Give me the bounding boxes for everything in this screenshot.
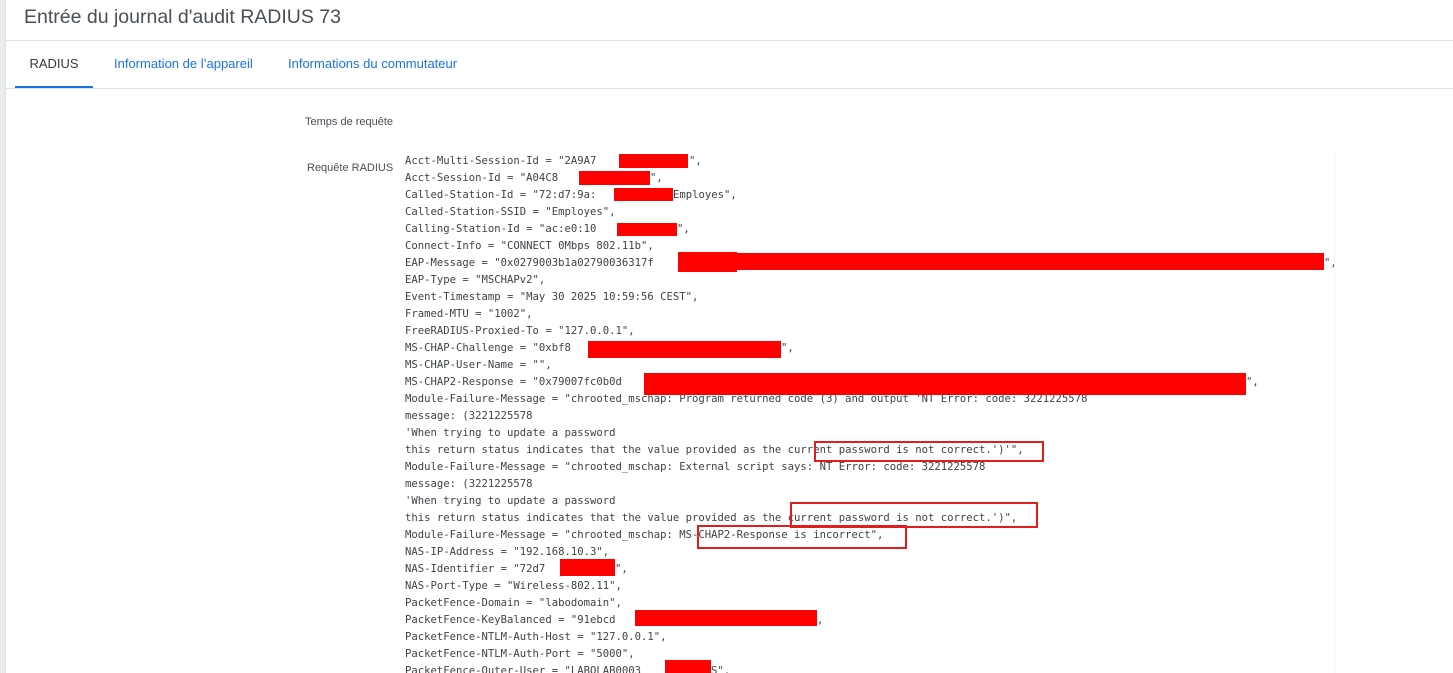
tab-bar: RADIUS Information de l’appareil Informa… xyxy=(6,41,1453,89)
page-header: Entrée du journal d'audit RADIUS 73 xyxy=(6,0,1453,41)
radius-attribute-line: message: (3221225578 xyxy=(405,410,533,422)
redaction-block xyxy=(617,223,677,236)
radius-attribute-line: EAP-Type = "MSCHAPv2", xyxy=(405,274,546,286)
redaction-block xyxy=(579,171,650,185)
value-suffix: ", xyxy=(677,223,690,235)
radius-attribute-line: Acct-Multi-Session-Id = "2A9A7 xyxy=(405,155,597,167)
radius-attribute-line: message: (3221225578 xyxy=(405,478,533,490)
radius-request-label: Requête RADIUS xyxy=(307,162,394,174)
redaction-block xyxy=(736,253,1324,270)
tab-switch-information[interactable]: Informations du commutateur xyxy=(288,41,457,87)
redaction-block xyxy=(644,373,1246,395)
redaction-block xyxy=(614,188,673,201)
tab-device-information[interactable]: Information de l’appareil xyxy=(114,41,253,87)
page-title: Entrée du journal d'audit RADIUS 73 xyxy=(24,6,341,28)
value-suffix: ", xyxy=(615,563,628,575)
radius-attribute-line: Called-Station-Id = "72:d7:9a: xyxy=(405,189,597,201)
value-suffix: Employes", xyxy=(673,189,737,201)
radius-attribute-line: Event-Timestamp = "May 30 2025 10:59:56 … xyxy=(405,291,699,303)
radius-attribute-line: PacketFence-KeyBalanced = "91ebcd xyxy=(405,614,616,626)
radius-attribute-line: NAS-Port-Type = "Wireless-802.11", xyxy=(405,580,622,592)
request-time-label: Temps de requête xyxy=(305,116,394,128)
radius-attribute-line: Framed-MTU = "1002", xyxy=(405,308,533,320)
tab-radius[interactable]: RADIUS xyxy=(15,41,93,88)
highlight-box-current-password xyxy=(814,441,1044,462)
value-suffix: ", xyxy=(689,155,702,167)
redaction-block xyxy=(560,559,615,576)
highlight-box-mschap2-response xyxy=(697,525,907,549)
radius-attribute-line: Connect-Info = "CONNECT 0Mbps 802.11b", xyxy=(405,240,654,252)
radius-attribute-line: MS-CHAP-Challenge = "0xbf8 xyxy=(405,342,571,354)
value-suffix: ", xyxy=(1246,376,1259,388)
radius-attribute-line: PacketFence-Domain = "labodomain", xyxy=(405,597,622,609)
radius-attribute-line: Acct-Session-Id = "A04C8 xyxy=(405,172,559,184)
radius-attribute-line: NAS-Identifier = "72d7 xyxy=(405,563,546,575)
radius-attribute-line: PacketFence-Outer-User = "LABOLAB0003 xyxy=(405,665,641,673)
radius-attribute-line: MS-CHAP-User-Name = "", xyxy=(405,359,552,371)
radius-attribute-line: MS-CHAP2-Response = "0x79007fc0b0d xyxy=(405,376,622,388)
radius-attribute-line: Calling-Station-Id = "ac:e0:10 xyxy=(405,223,597,235)
redaction-block xyxy=(678,252,737,272)
radius-attribute-line: Called-Station-SSID = "Employes", xyxy=(405,206,616,218)
radius-attribute-line: 'When trying to update a password xyxy=(405,495,616,507)
redaction-block xyxy=(665,660,711,673)
radius-attribute-line: PacketFence-NTLM-Auth-Port = "5000", xyxy=(405,648,635,660)
value-suffix: ", xyxy=(650,172,663,184)
radius-request-content: Acct-Multi-Session-Id = "2A9A7 Acct-Sess… xyxy=(400,152,1335,673)
value-suffix: S", xyxy=(711,665,731,673)
redaction-block xyxy=(588,341,781,358)
radius-attribute-line: EAP-Message = "0x0279003b1a02790036317f xyxy=(405,257,654,269)
value-suffix: ", xyxy=(1324,257,1334,269)
value-suffix: ", xyxy=(781,342,794,354)
radius-attribute-line: 'When trying to update a password xyxy=(405,427,616,439)
radius-attribute-line: PacketFence-NTLM-Auth-Host = "127.0.0.1"… xyxy=(405,631,667,643)
value-suffix: , xyxy=(817,614,824,626)
radius-attribute-line: FreeRADIUS-Proxied-To = "127.0.0.1", xyxy=(405,325,635,337)
redaction-block xyxy=(619,154,688,168)
redaction-block xyxy=(635,610,817,626)
